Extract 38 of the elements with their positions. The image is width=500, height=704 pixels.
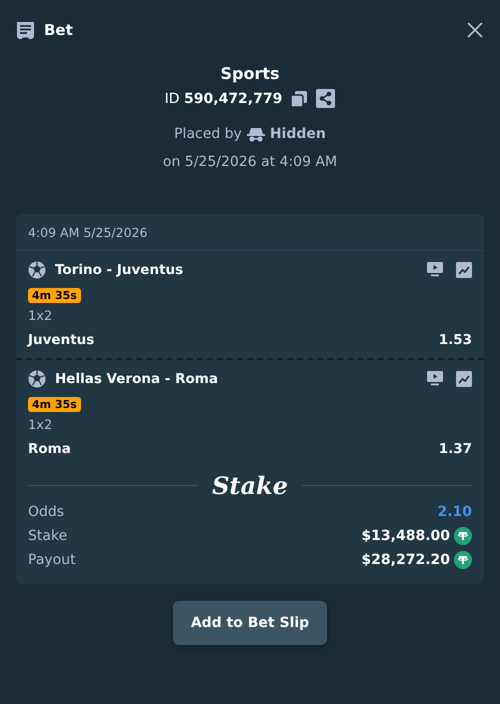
total-label: Odds — [28, 504, 64, 520]
live-stream-icon[interactable] — [427, 371, 443, 387]
live-stream-icon[interactable] — [427, 262, 443, 278]
selection-name: Roma — [28, 441, 71, 457]
add-to-bet-slip-button[interactable]: Add to Bet Slip — [172, 601, 328, 645]
share-icon[interactable] — [316, 89, 336, 108]
chart-icon[interactable] — [456, 262, 472, 278]
selection-name: Juventus — [28, 332, 94, 348]
market-name: 1x2 — [28, 418, 54, 433]
selection-odds: 1.53 — [438, 332, 472, 348]
market-name: 1x2 — [28, 309, 54, 324]
total-amount: $28,272.20 — [361, 552, 450, 568]
selection-odds: 1.37 — [438, 441, 472, 457]
total-odds: 2.10 — [437, 504, 472, 520]
coin-icon — [454, 527, 472, 545]
time-badge: 4m 35s — [28, 397, 81, 412]
total-label: Payout — [28, 552, 76, 568]
coin-icon — [454, 551, 472, 569]
event-name[interactable]: Torino - Juventus — [55, 262, 184, 278]
bet-timestamp: 4:09 AM 5/25/2026 — [28, 224, 148, 240]
placed-by-label: Placed by — [174, 126, 242, 142]
incognito-icon — [246, 126, 265, 142]
brand-logo: Stake — [212, 471, 288, 500]
close-icon[interactable] — [466, 21, 484, 39]
total-label: Stake — [28, 528, 68, 544]
event-name[interactable]: Hellas Verona - Roma — [55, 371, 218, 387]
soccer-ball-icon — [28, 370, 46, 388]
total-amount: $13,488.00 — [361, 528, 450, 544]
receipt-icon — [16, 20, 35, 40]
time-badge: 4m 35s — [28, 288, 81, 303]
chart-icon[interactable] — [456, 371, 472, 387]
panel-title: Bet — [44, 21, 73, 39]
soccer-ball-icon — [28, 261, 46, 279]
placed-date: on 5/25/2026 at 4:09 AM — [162, 154, 338, 170]
bet-category: Sports — [220, 64, 280, 83]
bet-id: ID 590,472,779 — [164, 90, 282, 106]
placed-by-user: Hidden — [270, 126, 326, 142]
copy-icon[interactable] — [290, 90, 308, 108]
